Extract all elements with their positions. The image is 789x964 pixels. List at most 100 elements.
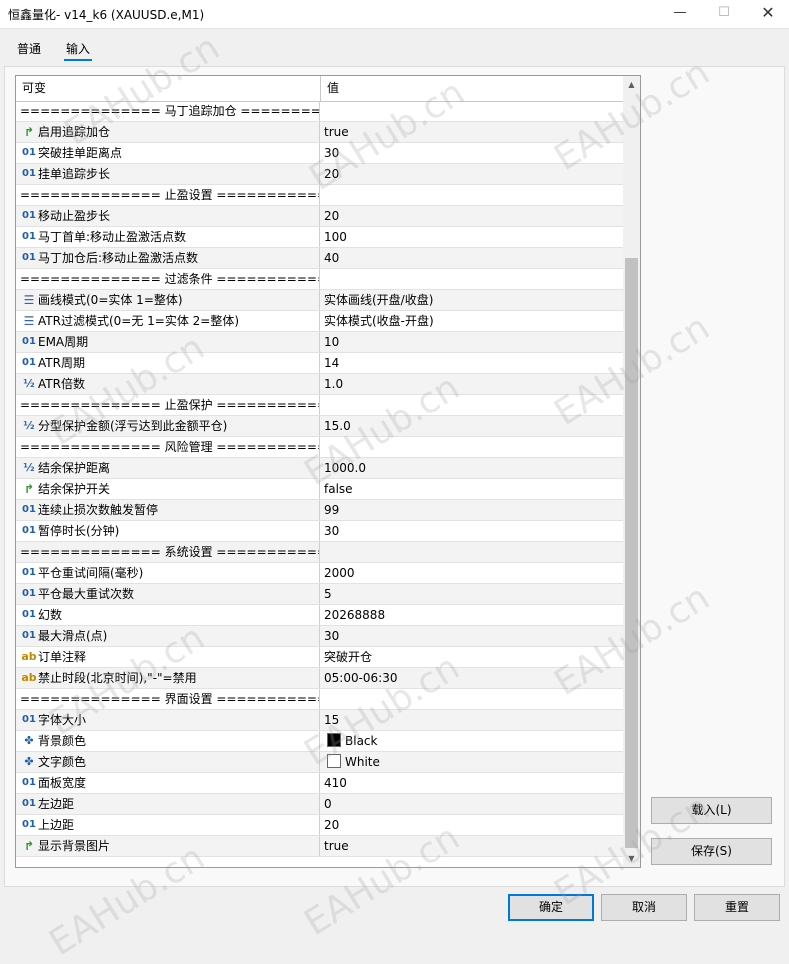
save-button[interactable]: 保存(S) bbox=[651, 838, 772, 865]
input-row[interactable]: 01 移动止盈步长 20 bbox=[16, 206, 624, 227]
value-cell[interactable] bbox=[321, 689, 324, 709]
value-cell[interactable]: 0 bbox=[321, 794, 332, 814]
group-separator-row[interactable]: ============== 止盈保护 =============== bbox=[16, 395, 624, 416]
input-row[interactable]: 01 挂单追踪步长 20 bbox=[16, 164, 624, 185]
input-row[interactable]: 01 暂停时长(分钟) 30 bbox=[16, 521, 624, 542]
group-separator-row[interactable]: ============== 止盈设置 =============== bbox=[16, 185, 624, 206]
input-row[interactable]: ✤ 文字颜色 White bbox=[16, 752, 624, 773]
value-cell[interactable]: false bbox=[321, 479, 353, 499]
input-row[interactable]: ↱ 结余保护开关 false bbox=[16, 479, 624, 500]
value-cell[interactable] bbox=[321, 101, 324, 121]
input-row[interactable]: ½ ATR倍数 1.0 bbox=[16, 374, 624, 395]
input-row[interactable]: 01 平仓最大重试次数 5 bbox=[16, 584, 624, 605]
int-type-icon: 01 bbox=[22, 210, 36, 221]
value-cell[interactable]: 40 bbox=[321, 248, 339, 268]
input-row[interactable]: ab订单注释 突破开仓 bbox=[16, 647, 624, 668]
value-cell[interactable] bbox=[321, 437, 324, 457]
scrollbar-thumb[interactable] bbox=[625, 258, 638, 848]
load-button[interactable]: 载入(L) bbox=[651, 797, 772, 824]
input-row[interactable]: 01 幻数 20268888 bbox=[16, 605, 624, 626]
value-cell[interactable]: 05:00-06:30 bbox=[321, 668, 398, 688]
bool-type-icon: ↱ bbox=[23, 839, 35, 853]
input-row[interactable]: 01 马丁加仓后:移动止盈激活点数 40 bbox=[16, 248, 624, 269]
input-row[interactable]: ↱ 启用追踪加仓 true bbox=[16, 122, 624, 143]
value-cell[interactable]: true bbox=[321, 122, 349, 142]
value-cell[interactable] bbox=[321, 269, 324, 289]
variable-cell: ============== 马丁追踪加仓 ============== bbox=[16, 101, 320, 121]
value-cell[interactable]: 1.0 bbox=[321, 374, 343, 394]
variable-name: 幻数 bbox=[38, 608, 63, 622]
value-cell[interactable]: 20 bbox=[321, 206, 339, 226]
value-cell[interactable]: 410 bbox=[321, 773, 347, 793]
minimize-button[interactable]: — bbox=[657, 0, 703, 28]
input-row[interactable]: 01 最大滑点(点) 30 bbox=[16, 626, 624, 647]
input-row[interactable]: ½ 分型保护金额(浮亏达到此金额平仓) 15.0 bbox=[16, 416, 624, 437]
separator-label: ============== 界面设置 =============== bbox=[20, 692, 319, 706]
value-cell[interactable]: 20 bbox=[321, 164, 339, 184]
variable-cell: ☰ ATR过滤模式(0=无 1=实体 2=整体) bbox=[16, 311, 320, 331]
value-cell[interactable]: 99 bbox=[321, 500, 339, 520]
value-cell[interactable]: 15.0 bbox=[321, 416, 351, 436]
int-type-icon: 01 bbox=[22, 630, 36, 641]
group-separator-row[interactable]: ============== 风险管理 =============== bbox=[16, 437, 624, 458]
separator-label: ============== 风险管理 =============== bbox=[20, 440, 319, 454]
cancel-button[interactable]: 取消 bbox=[601, 894, 687, 921]
value-cell[interactable]: 实体画线(开盘/收盘) bbox=[321, 290, 433, 310]
input-row[interactable]: 01 突破挂单距离点 30 bbox=[16, 143, 624, 164]
value-cell[interactable]: 30 bbox=[321, 521, 339, 541]
value-cell[interactable]: 30 bbox=[321, 626, 339, 646]
value-text: 0 bbox=[324, 797, 332, 811]
value-cell[interactable]: 20268888 bbox=[321, 605, 385, 625]
input-row[interactable]: 01 EMA周期 10 bbox=[16, 332, 624, 353]
input-row[interactable]: 01 平仓重试间隔(毫秒) 2000 bbox=[16, 563, 624, 584]
tab-general[interactable]: 普通 bbox=[15, 40, 43, 57]
ok-button[interactable]: 确定 bbox=[508, 894, 594, 921]
input-row[interactable]: 01 ATR周期 14 bbox=[16, 353, 624, 374]
reset-button[interactable]: 重置 bbox=[694, 894, 780, 921]
title-bar: 恒鑫量化- v14_k6 (XAUUSD.e,M1) — ☐ ✕ bbox=[0, 0, 789, 29]
group-separator-row[interactable]: ============== 马丁追踪加仓 ============== bbox=[16, 101, 624, 122]
close-button[interactable]: ✕ bbox=[745, 0, 789, 28]
input-row[interactable]: 01 上边距 20 bbox=[16, 815, 624, 836]
column-header-variable[interactable]: 可变 bbox=[16, 76, 321, 101]
group-separator-row[interactable]: ============== 界面设置 =============== bbox=[16, 689, 624, 710]
input-row[interactable]: 01 左边距 0 bbox=[16, 794, 624, 815]
value-cell[interactable]: true bbox=[321, 836, 349, 856]
input-row[interactable]: 01 面板宽度 410 bbox=[16, 773, 624, 794]
column-header-value[interactable]: 值 bbox=[321, 76, 339, 101]
value-cell[interactable]: 14 bbox=[321, 353, 339, 373]
value-cell[interactable] bbox=[321, 185, 324, 205]
value-cell[interactable]: White bbox=[321, 752, 380, 772]
value-cell[interactable]: 100 bbox=[321, 227, 347, 247]
value-cell[interactable]: 30 bbox=[321, 143, 339, 163]
value-cell[interactable]: Black bbox=[321, 731, 377, 751]
input-row[interactable]: ☰ ATR过滤模式(0=无 1=实体 2=整体) 实体模式(收盘-开盘) bbox=[16, 311, 624, 332]
scroll-up-icon[interactable]: ▲ bbox=[623, 76, 640, 93]
input-row[interactable]: 01 连续止损次数触发暂停 99 bbox=[16, 500, 624, 521]
input-row[interactable]: 01 马丁首单:移动止盈激活点数 100 bbox=[16, 227, 624, 248]
inputs-grid: 可变 值 ============== 马丁追踪加仓 =============… bbox=[15, 75, 641, 868]
value-cell[interactable]: 突破开仓 bbox=[321, 647, 372, 667]
group-separator-row[interactable]: ============== 系统设置 =============== bbox=[16, 542, 624, 563]
input-row[interactable]: ✤ 背景颜色 Black bbox=[16, 731, 624, 752]
value-cell[interactable]: 2000 bbox=[321, 563, 355, 583]
value-cell[interactable] bbox=[321, 542, 324, 562]
maximize-button[interactable]: ☐ bbox=[701, 0, 747, 28]
input-row[interactable]: ↱ 显示背景图片 true bbox=[16, 836, 624, 857]
group-separator-row[interactable]: ============== 过滤条件 =============== bbox=[16, 269, 624, 290]
input-row[interactable]: 01 字体大小 15 bbox=[16, 710, 624, 731]
value-cell[interactable]: 20 bbox=[321, 815, 339, 835]
value-cell[interactable] bbox=[321, 395, 324, 415]
value-cell[interactable]: 15 bbox=[321, 710, 339, 730]
value-cell[interactable]: 10 bbox=[321, 332, 339, 352]
value-cell[interactable]: 5 bbox=[321, 584, 332, 604]
input-row[interactable]: ½ 结余保护距离 1000.0 bbox=[16, 458, 624, 479]
value-cell[interactable]: 实体模式(收盘-开盘) bbox=[321, 311, 434, 331]
scroll-down-icon[interactable]: ▼ bbox=[623, 850, 640, 867]
input-row[interactable]: ab禁止时段(北京时间),"-"=禁用 05:00-06:30 bbox=[16, 668, 624, 689]
grid-scrollbar[interactable]: ▲ ▼ bbox=[623, 76, 640, 867]
value-cell[interactable]: 1000.0 bbox=[321, 458, 366, 478]
input-row[interactable]: ☰ 画线模式(0=实体 1=整体) 实体画线(开盘/收盘) bbox=[16, 290, 624, 311]
tab-inputs[interactable]: 输入 bbox=[64, 40, 93, 61]
bool-type-icon: ↱ bbox=[23, 482, 35, 496]
